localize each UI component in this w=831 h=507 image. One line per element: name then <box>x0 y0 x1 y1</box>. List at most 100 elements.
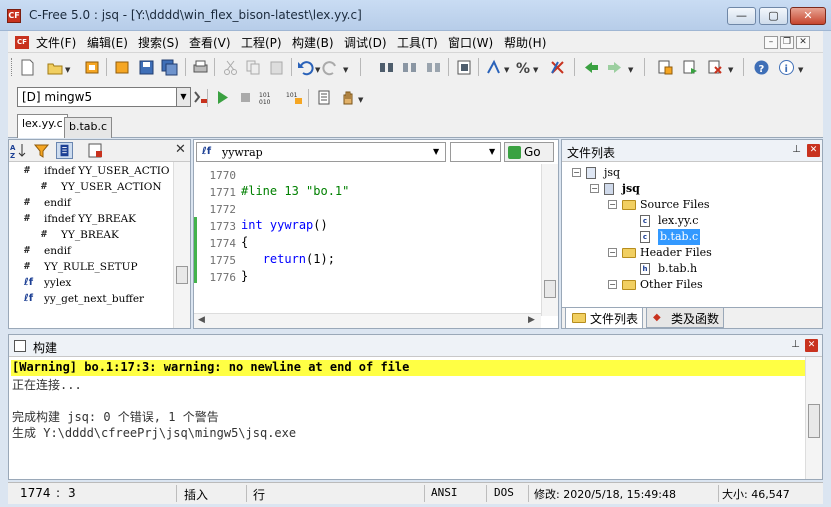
function-dropdown-icon[interactable]: ▼ <box>433 147 439 156</box>
paste-icon[interactable] <box>268 59 285 76</box>
options-icon[interactable] <box>87 142 104 159</box>
maximize-button[interactable]: ▢ <box>759 7 788 25</box>
find-icon[interactable] <box>378 59 395 76</box>
scroll-right-icon[interactable]: ▶ <box>528 315 535 325</box>
symbol-row[interactable]: # ifndef YY_USER_ACTIO <box>9 163 173 179</box>
build-close-icon[interactable]: ✕ <box>805 339 818 352</box>
toolbar-grip[interactable] <box>11 58 14 76</box>
tree-item-label[interactable]: lex.yy.c <box>658 213 698 229</box>
menu-edit[interactable]: 编辑(E) <box>87 34 128 51</box>
symbol-row[interactable]: # YY_USER_ACTION <box>9 179 173 195</box>
mdi-minimize-button[interactable]: – <box>764 36 778 49</box>
function-select[interactable]: ℓf yywrap ▼ <box>196 142 446 162</box>
menu-file[interactable]: 文件(F) <box>36 34 76 51</box>
build-icon[interactable]: 101010 <box>259 89 276 106</box>
symbol-row[interactable]: # YY_BREAK <box>9 227 173 243</box>
add-to-project-icon[interactable] <box>682 59 699 76</box>
menu-tools[interactable]: 工具(T) <box>397 34 438 51</box>
forward-icon[interactable] <box>606 59 623 76</box>
info-icon[interactable]: i <box>778 59 795 76</box>
code-line[interactable]: } <box>241 269 248 283</box>
print-icon[interactable] <box>192 59 209 76</box>
mdi-close-button[interactable]: ✕ <box>796 36 810 49</box>
tree-expander-icon[interactable]: − <box>572 168 581 177</box>
undo-dropdown-icon[interactable]: ▼ <box>315 66 320 74</box>
remove-from-project-icon[interactable] <box>707 59 724 76</box>
clear-bookmark-icon[interactable] <box>549 59 566 76</box>
code-area[interactable]: 1770 1771 #line 13 "bo.1" 1772 1773 int yywra… <box>194 164 541 313</box>
debug-dropdown-icon[interactable]: ▼ <box>358 96 363 104</box>
minimize-button[interactable]: — <box>727 7 756 25</box>
symbol-panel-close-icon[interactable]: ✕ <box>175 142 186 157</box>
goto-dropdown-icon[interactable]: ▼ <box>504 66 509 74</box>
symbol-scroll-thumb[interactable] <box>176 266 188 284</box>
tab-b-tab-c[interactable]: b.tab.c <box>64 117 113 138</box>
help-dropdown-icon[interactable]: ▼ <box>798 66 803 74</box>
document-logo-icon[interactable]: CF <box>15 36 29 49</box>
tree-item-label[interactable]: b.tab.h <box>658 261 697 277</box>
class-view-icon[interactable] <box>56 142 73 159</box>
find-in-files-icon[interactable] <box>456 59 473 76</box>
menu-view[interactable]: 查看(V) <box>189 34 231 51</box>
find-next-icon[interactable] <box>401 59 418 76</box>
tree-expander-icon[interactable]: − <box>608 200 617 209</box>
symbol-row[interactable]: # endif <box>9 243 173 259</box>
tree-item-label[interactable]: Header Files <box>640 245 712 261</box>
tree-item-label[interactable]: b.tab.c <box>658 229 701 245</box>
tab-file-list[interactable]: 文件列表 <box>565 308 644 329</box>
back-icon[interactable] <box>583 59 600 76</box>
symbol-row[interactable]: ℓf yy_get_next_buffer <box>9 291 173 307</box>
help-icon[interactable]: ? <box>753 59 770 76</box>
symbol-scrollbar[interactable] <box>173 162 190 328</box>
code-line[interactable]: #line 13 "bo.1" <box>241 184 349 198</box>
project-dropdown-icon[interactable]: ▼ <box>728 66 733 74</box>
new-project-icon[interactable] <box>114 59 131 76</box>
cut-icon[interactable] <box>222 59 239 76</box>
code-line[interactable]: int yywrap() <box>241 218 328 232</box>
menu-help[interactable]: 帮助(H) <box>504 34 546 51</box>
open-project-icon[interactable] <box>84 59 101 76</box>
tree-expander-icon[interactable]: − <box>590 184 599 193</box>
tree-expander-icon[interactable]: − <box>608 248 617 257</box>
save-icon[interactable] <box>138 59 155 76</box>
menu-search[interactable]: 搜索(S) <box>138 34 179 51</box>
tree-item-label[interactable]: jsq <box>604 165 620 181</box>
code-line[interactable]: { <box>241 235 248 249</box>
tree-expander-icon[interactable]: − <box>608 280 617 289</box>
stop-icon[interactable] <box>237 89 254 106</box>
file-list-close-icon[interactable]: ✕ <box>807 144 820 157</box>
rebuild-icon[interactable]: 101 <box>286 89 303 106</box>
menu-window[interactable]: 窗口(W) <box>448 34 493 51</box>
tree-item-label[interactable]: Other Files <box>640 277 703 293</box>
menu-debug[interactable]: 调试(D) <box>344 34 387 51</box>
build-scroll-thumb[interactable] <box>808 404 820 438</box>
debug-list-icon[interactable] <box>316 89 333 106</box>
redo-dropdown-icon[interactable]: ▼ <box>343 66 348 74</box>
menu-build[interactable]: 构建(B) <box>292 34 334 51</box>
symbol-row[interactable]: # ifndef YY_BREAK <box>9 211 173 227</box>
code-line[interactable]: return(1); <box>241 252 335 266</box>
build-output[interactable]: [Warning] bo.1:17:3: warning: no newline… <box>9 359 805 477</box>
editor-scroll-thumb[interactable] <box>544 280 556 298</box>
symbol-row[interactable]: ℓf yylex <box>9 275 173 291</box>
build-scrollbar[interactable] <box>805 357 822 479</box>
editor-vertical-scrollbar[interactable] <box>541 164 558 316</box>
tab-classes-functions[interactable]: ◆ 类及函数 <box>646 308 725 328</box>
menu-project[interactable]: 工程(P) <box>241 34 282 51</box>
scope-dropdown-icon[interactable]: ▼ <box>489 147 495 156</box>
tree-item-label[interactable]: Source Files <box>640 197 710 213</box>
build-target-dropdown-icon[interactable]: ▼ <box>177 87 191 107</box>
pin-icon[interactable]: ⊥ <box>790 144 803 157</box>
sort-az-icon[interactable]: AZ <box>10 142 27 159</box>
tab-lex-yy-c[interactable]: lex.yy.c <box>17 114 68 138</box>
symbol-row[interactable]: # YY_RULE_SETUP <box>9 259 173 275</box>
editor-horizontal-scrollbar[interactable]: ◀ ▶ <box>194 313 541 328</box>
copy-icon[interactable] <box>245 59 262 76</box>
project-settings-icon[interactable] <box>657 59 674 76</box>
run-icon[interactable] <box>214 89 231 106</box>
open-folder-icon[interactable] <box>47 59 64 76</box>
filter-icon[interactable] <box>33 142 50 159</box>
build-pin-icon[interactable]: ⊥ <box>789 339 802 352</box>
bookmark-dropdown-icon[interactable]: ▼ <box>533 66 538 74</box>
hand-icon[interactable] <box>340 89 357 106</box>
